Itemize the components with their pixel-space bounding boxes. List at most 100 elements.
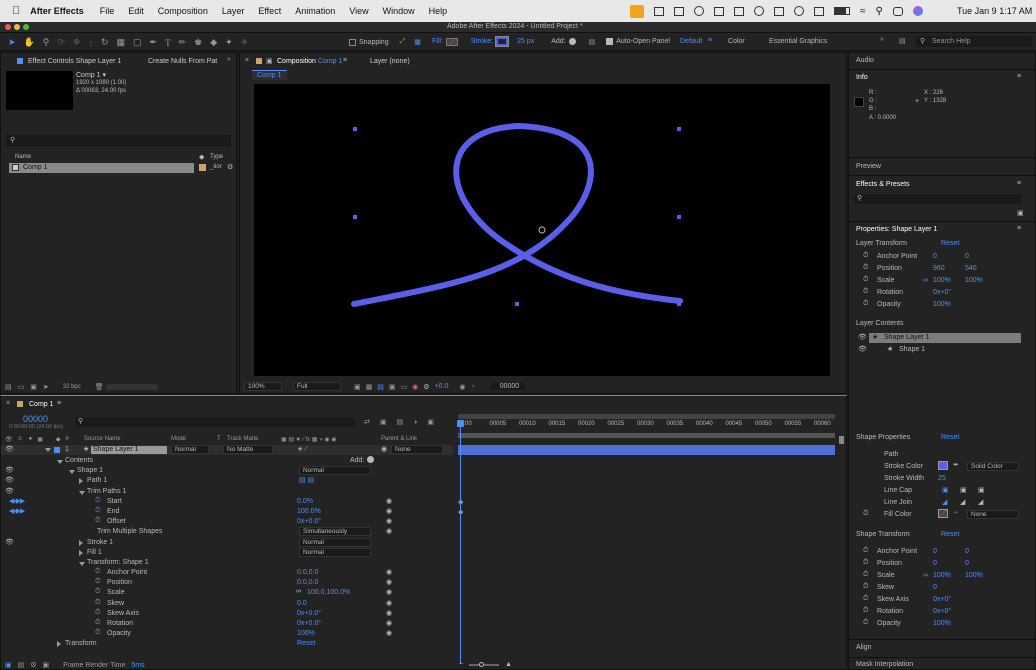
effects-menu-icon[interactable]: ≡ <box>1017 180 1021 187</box>
solo-col-icon[interactable]: ● <box>29 436 33 442</box>
expand-arrow-icon[interactable] <box>79 539 87 548</box>
layer-contents-item-layer[interactable]: ★ Shape Layer 1 <box>869 333 1021 343</box>
panel-overflow-icon[interactable]: » <box>227 56 231 63</box>
expression-pickwhip-icon[interactable]: ◉ <box>386 629 392 637</box>
property-value[interactable]: 0x+0.0° <box>297 610 321 617</box>
expression-pickwhip-icon[interactable]: ◉ <box>386 599 392 607</box>
stopwatch-icon[interactable]: ⏱ <box>863 559 868 567</box>
stopwatch-icon[interactable]: ⏱ <box>95 568 100 576</box>
comp-mini-flowchart-icon[interactable]: ▣ <box>5 661 12 669</box>
property-value[interactable]: 100.0% <box>297 508 321 515</box>
menu-layer[interactable]: Layer <box>222 6 245 16</box>
parent-dropdown[interactable]: None <box>391 445 443 454</box>
property-value[interactable]: 0x+0.0° <box>297 620 321 627</box>
property-row[interactable]: ⏱ Rotation 0x+0.0° ◉ <box>1 619 453 629</box>
property-value[interactable]: 100% <box>297 630 315 637</box>
stroke-color-swatch[interactable] <box>938 461 948 470</box>
video-col-icon[interactable]: 👁 <box>5 436 13 443</box>
pen-tool-icon[interactable]: ✒ <box>150 37 158 48</box>
stopwatch-icon[interactable]: ⏱ <box>863 288 868 296</box>
layer-row-shape-layer-1[interactable]: 👁 1 ★ Shape Layer 1 Normal No Matte ★ ∕ … <box>1 445 453 455</box>
rotate-tool-icon[interactable]: ↻ <box>101 37 109 48</box>
menu-file[interactable]: File <box>100 6 115 16</box>
stopwatch-icon[interactable]: ⏱ <box>95 599 100 607</box>
brush-tool-icon[interactable]: ✏ <box>179 37 187 48</box>
bpc-label[interactable]: 32 bpc <box>63 384 81 390</box>
workspace-essential-graphics[interactable]: Essential Graphics <box>769 38 827 45</box>
property-row[interactable]: Contents <box>1 456 453 466</box>
stopwatch-icon[interactable]: ⏱ <box>95 497 100 505</box>
property-row[interactable]: ⏱ Scale 100.0,100.0% ∞ ◉ <box>1 588 453 598</box>
transparency-grid-icon[interactable]: ▦ <box>366 383 373 391</box>
property-value[interactable]: 0.0% <box>297 498 313 505</box>
menu-edit[interactable]: Edit <box>128 6 144 16</box>
fill-color-stopwatch-icon[interactable]: ⏱ <box>863 510 868 518</box>
siri-icon[interactable] <box>912 6 923 16</box>
clock[interactable]: Tue Jan 9 1:17 AM <box>957 6 1032 16</box>
menu-composition[interactable]: Composition <box>158 6 208 16</box>
workspace-color[interactable]: Color <box>728 38 745 45</box>
info-panel-title[interactable]: Info <box>856 74 868 81</box>
audio-col-icon[interactable]: ♬ <box>18 436 24 442</box>
property-row[interactable]: ⏱ Offset 0x+0.0° ◉ <box>1 517 453 527</box>
orbit-tool-icon[interactable]: ⟳ <box>57 37 65 48</box>
eraser-tool-icon[interactable]: ◆ <box>210 37 217 48</box>
zoom-slider-knob[interactable] <box>479 661 485 667</box>
selection-tool-icon[interactable]: ➤ <box>8 37 16 48</box>
properties-menu-icon[interactable]: ≡ <box>1017 225 1021 232</box>
comp-tab-menu-icon[interactable]: ≡ <box>343 57 347 64</box>
property-value[interactable]: 0.0 <box>297 600 307 607</box>
property-dropdown[interactable]: Normal <box>299 466 371 476</box>
close-window-button[interactable] <box>5 24 11 30</box>
zoom-dropdown[interactable]: 100% <box>244 382 282 391</box>
property-row[interactable]: 👁 Path 1 ▤ ▤ <box>1 476 453 486</box>
audio-panel-title[interactable]: Audio <box>856 57 874 64</box>
row-eye-icon[interactable]: 👁 <box>5 476 14 484</box>
auto-open-checkbox[interactable] <box>606 38 614 45</box>
stopwatch-icon[interactable]: ⏱ <box>95 619 100 627</box>
property-dropdown[interactable]: Normal <box>299 547 371 557</box>
fit-icon[interactable]: ▣ <box>354 383 361 391</box>
property-row[interactable]: ⏱ Skew 0.0 ◉ <box>1 599 453 609</box>
expression-pickwhip-icon[interactable]: ◉ <box>386 507 392 515</box>
mask-visibility-icon[interactable]: ▤ <box>377 383 384 391</box>
st-value-2[interactable]: 100% <box>965 572 983 579</box>
menu-view[interactable]: View <box>349 6 368 16</box>
property-row[interactable]: Fill 1 Normal <box>1 547 453 558</box>
cc-icon[interactable] <box>694 6 704 16</box>
t-header[interactable]: T <box>217 436 221 442</box>
layer-switches[interactable]: ★ ∕ <box>297 445 306 453</box>
stopwatch-icon[interactable]: ⏱ <box>863 595 868 603</box>
stroke-width-value[interactable]: 25 px <box>517 38 534 45</box>
expand-arrow-icon[interactable] <box>57 641 65 649</box>
timeline-tab[interactable]: Comp 1 <box>29 401 54 408</box>
new-bin-icon[interactable]: ▣ <box>1017 209 1024 217</box>
expand-arrow-icon[interactable] <box>79 549 87 558</box>
color-channels-icon[interactable]: ◉ <box>412 383 418 391</box>
comp-canvas[interactable] <box>254 84 830 376</box>
row-eye-icon[interactable]: 👁 <box>5 487 14 495</box>
shy-icon[interactable]: ▤ <box>397 418 404 426</box>
line-join-round-icon[interactable]: ◢ <box>960 498 965 506</box>
constrain-link-icon[interactable]: ∞ <box>296 588 301 595</box>
quality-dropdown[interactable]: Full <box>293 382 341 391</box>
tab-effect-controls[interactable]: Effect Controls Shape Layer 1 <box>28 58 121 65</box>
property-value[interactable]: 100.0,100.0% <box>307 589 350 596</box>
comp-breadcrumb[interactable]: Comp 1 <box>252 70 287 80</box>
col-name-header[interactable]: Name <box>15 154 31 160</box>
shape-transform-reset[interactable]: Reset <box>941 531 959 538</box>
num-col-header[interactable]: # <box>66 436 69 442</box>
constrain-link-icon[interactable]: ∞ <box>923 277 928 284</box>
fill-eyedropper-icon[interactable]: ✒ <box>953 509 959 517</box>
shape-visibility-eye-icon[interactable]: 👁 <box>858 345 867 353</box>
calendar-icon[interactable] <box>734 6 744 16</box>
label-col-header-icon[interactable]: ◆ <box>56 436 61 443</box>
layer-label-swatch[interactable] <box>54 447 60 453</box>
property-row[interactable]: ⏱ Anchor Point 0.0,0.0 ◉ <box>1 568 453 578</box>
expression-pickwhip-icon[interactable]: ◉ <box>386 609 392 617</box>
close-comp-tab-icon[interactable]: × <box>245 57 249 64</box>
menu-help[interactable]: Help <box>429 6 448 16</box>
preview-panel-title[interactable]: Preview <box>856 163 881 170</box>
col-type-header[interactable]: Type <box>210 154 223 160</box>
minimize-window-button[interactable] <box>14 24 20 30</box>
